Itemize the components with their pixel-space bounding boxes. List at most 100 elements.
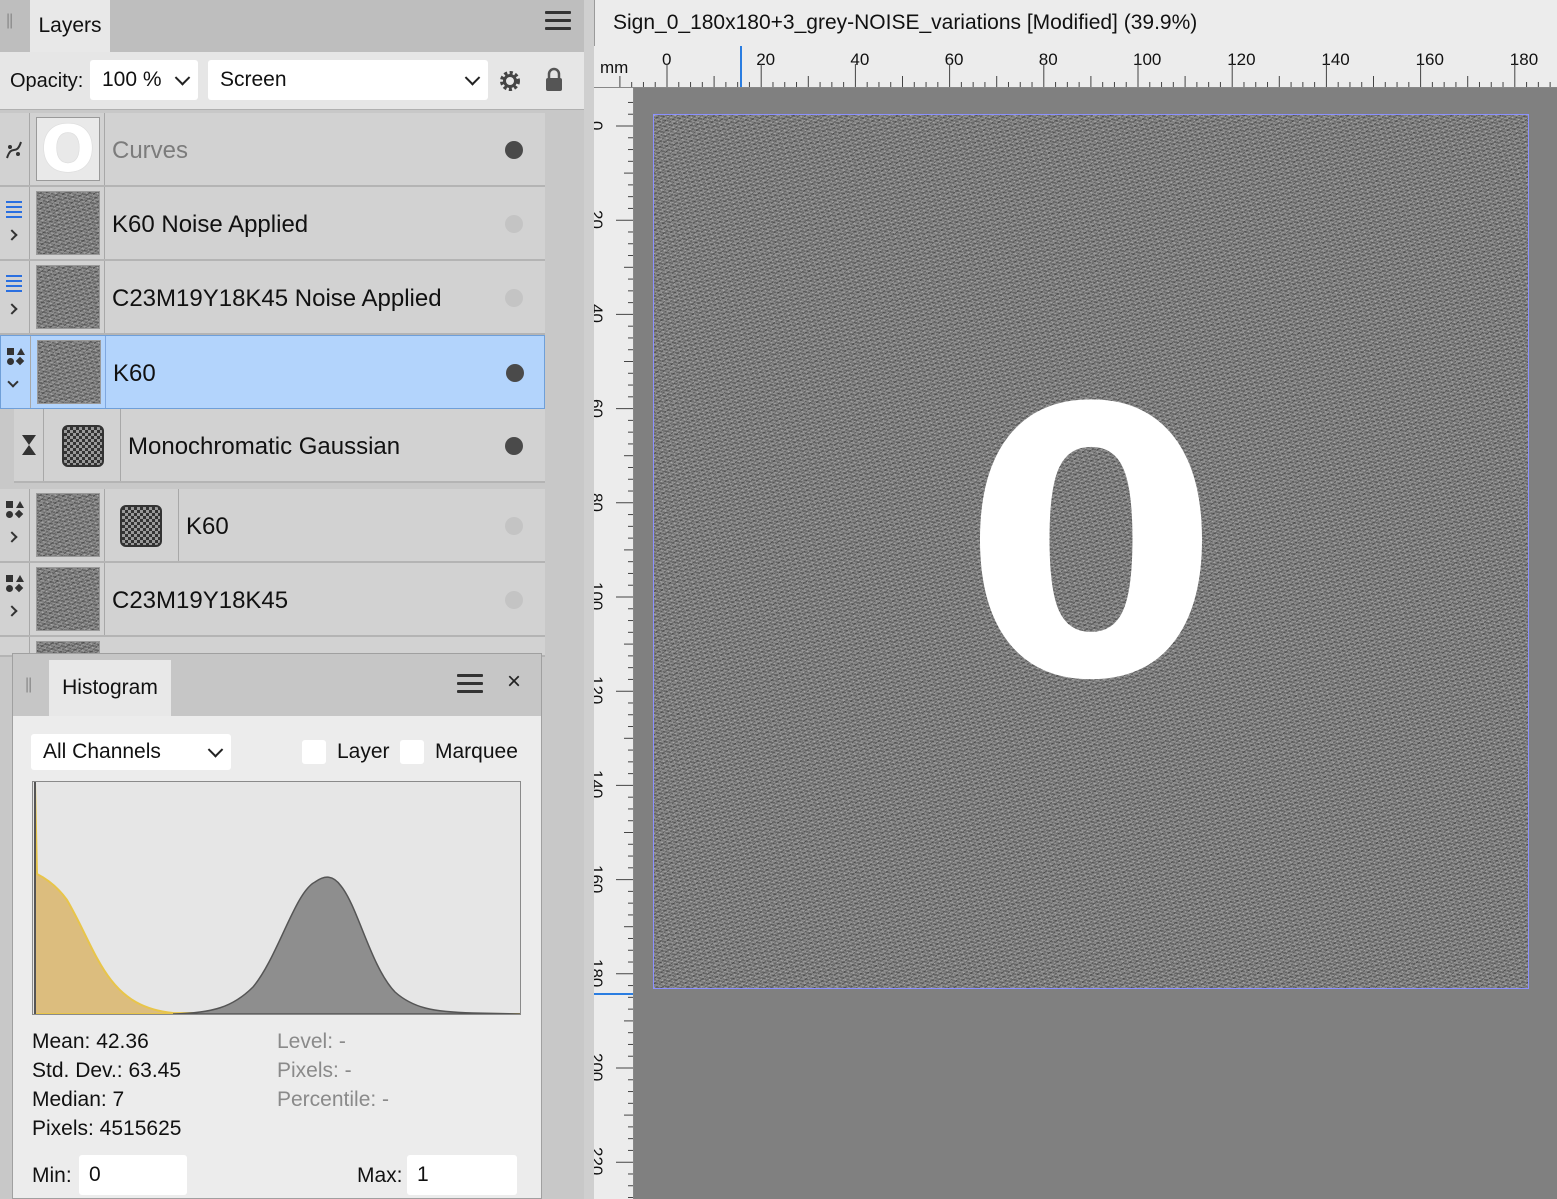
ruler-top-ticks xyxy=(619,46,1551,87)
layer-gutter xyxy=(0,489,30,561)
layer-row-k60-noise-applied[interactable]: K60 Noise Applied xyxy=(0,187,545,261)
channel-value: All Channels xyxy=(43,740,161,763)
marquee-checkbox-label: Marquee xyxy=(435,740,518,763)
visibility-toggle[interactable] xyxy=(505,591,523,609)
layer-thumbnail xyxy=(37,340,101,404)
histogram-graph xyxy=(32,781,521,1015)
level-stat: Level: - xyxy=(277,1030,346,1053)
curves-adjustment-icon xyxy=(6,141,22,159)
layer-name: C23M19Y18K45 Noise Applied xyxy=(112,285,442,312)
layer-thumbnail xyxy=(62,425,104,467)
layer-thumbnail: O xyxy=(36,117,100,182)
chevron-right-icon[interactable] xyxy=(6,531,18,543)
visibility-toggle[interactable] xyxy=(506,364,524,382)
chevron-down-icon xyxy=(464,70,481,86)
opacity-value: 100 % xyxy=(102,68,162,91)
min-input[interactable]: 0 xyxy=(79,1155,187,1195)
layer-row-c23m19y18k45-noise-applied[interactable]: C23M19Y18K45 Noise Applied xyxy=(0,261,545,335)
layer-thumbnail xyxy=(36,567,100,631)
layer-row-k60-masked[interactable]: K60 xyxy=(0,489,545,563)
live-filter-icon xyxy=(22,435,36,455)
histogram-curves xyxy=(34,782,521,1015)
opacity-dropdown[interactable]: 100 % xyxy=(90,60,198,100)
blend-mode-value: Screen xyxy=(220,68,287,91)
close-icon[interactable]: × xyxy=(507,668,521,696)
layer-gutter xyxy=(14,409,44,481)
max-input[interactable]: 1 xyxy=(407,1155,517,1195)
visibility-toggle[interactable] xyxy=(505,437,523,455)
layer-row-c23m19y18k45[interactable]: C23M19Y18K45 xyxy=(0,563,545,637)
layers-toolbar: Opacity: 100 % Screen xyxy=(0,52,584,110)
gear-icon[interactable] xyxy=(497,68,523,94)
layer-checkbox-label: Layer xyxy=(337,740,390,763)
layer-row-k60-selected[interactable]: K60 xyxy=(0,335,545,409)
document-title-tab[interactable]: Sign_0_180x180+3_grey-NOISE_variations [… xyxy=(594,0,1557,46)
lock-icon[interactable] xyxy=(543,66,565,94)
chevron-down-icon[interactable] xyxy=(7,376,19,388)
chevron-down-icon xyxy=(207,742,224,758)
layer-row-curves[interactable]: O Curves xyxy=(0,113,545,187)
histogram-tabbar: || Histogram × xyxy=(13,654,541,716)
layer-gutter xyxy=(1,336,31,408)
layer-name: Curves xyxy=(112,137,189,164)
pixels-stat: Pixels: 4515625 xyxy=(32,1117,182,1140)
layer-name: K60 xyxy=(113,360,156,387)
panel-divider[interactable] xyxy=(584,0,594,1199)
chevron-right-icon[interactable] xyxy=(6,605,18,617)
layer-thumbnail xyxy=(36,493,100,557)
visibility-toggle[interactable] xyxy=(505,215,523,233)
opacity-label: Opacity: xyxy=(10,70,84,92)
layer-row-monochromatic-gaussian[interactable]: Monochromatic Gaussian xyxy=(14,409,545,483)
histogram-panel: || Histogram × All Channels Layer Marque… xyxy=(12,653,542,1199)
tab-layers-label: Layers xyxy=(38,14,102,37)
chevron-right-icon[interactable] xyxy=(6,229,18,241)
panel-grip-icon[interactable]: || xyxy=(25,676,32,694)
visibility-toggle[interactable] xyxy=(505,517,523,535)
blend-mode-dropdown[interactable]: Screen xyxy=(208,60,488,100)
group-icon xyxy=(6,201,22,218)
panel-grip-icon[interactable]: || xyxy=(6,12,13,30)
chevron-right-icon[interactable] xyxy=(6,303,18,315)
group-icon xyxy=(6,275,22,292)
layer-name: C23M19Y18K45 xyxy=(112,587,289,614)
marquee-checkbox[interactable] xyxy=(400,740,424,764)
layer-gutter xyxy=(0,187,30,259)
document-title: Sign_0_180x180+3_grey-NOISE_variations [… xyxy=(613,11,1198,34)
percentile-stat: Percentile: - xyxy=(277,1088,390,1111)
min-value: 0 xyxy=(89,1163,101,1186)
visibility-toggle[interactable] xyxy=(505,141,523,159)
layer-gutter xyxy=(0,113,30,185)
pixels-hover-stat: Pixels: - xyxy=(277,1059,352,1082)
layers-tabbar: || Layers xyxy=(0,0,584,52)
layer-gutter xyxy=(0,563,30,635)
sign-glyph: 0 xyxy=(962,331,1220,762)
tab-histogram-label: Histogram xyxy=(62,676,158,699)
chevron-down-icon xyxy=(174,70,191,86)
layer-checkbox[interactable] xyxy=(302,740,326,764)
canvas-area[interactable]: 0 xyxy=(635,89,1557,1199)
mean-stat: Mean: 42.36 xyxy=(32,1030,149,1053)
histogram-menu-icon[interactable] xyxy=(457,674,483,694)
mask-thumbnail xyxy=(120,505,162,547)
max-value: 1 xyxy=(417,1163,429,1186)
layer-name: Monochromatic Gaussian xyxy=(128,433,401,460)
visibility-toggle[interactable] xyxy=(505,289,523,307)
grey-series xyxy=(172,876,521,1015)
layer-gutter xyxy=(0,261,30,333)
max-label: Max: xyxy=(357,1164,403,1187)
document-artboard[interactable]: 0 xyxy=(653,114,1529,989)
min-label: Min: xyxy=(32,1164,72,1187)
std-dev-stat: Std. Dev.: 63.45 xyxy=(32,1059,182,1082)
tab-histogram[interactable]: Histogram xyxy=(49,660,171,716)
channel-dropdown[interactable]: All Channels xyxy=(31,734,231,770)
horizontal-ruler[interactable]: mm 0 20 40 60 80 100 120 140 160 180 xyxy=(594,46,1557,88)
vertical-ruler[interactable]: 020406080100120140160180200220 xyxy=(594,88,634,1199)
layer-thumbnail xyxy=(36,265,100,329)
layer-thumbnail xyxy=(36,191,100,255)
ruler-left-ticks xyxy=(594,101,633,1199)
layers-menu-icon[interactable] xyxy=(545,11,571,31)
median-stat: Median: 7 xyxy=(32,1088,125,1111)
layer-name: K60 xyxy=(186,513,229,540)
layer-name: K60 Noise Applied xyxy=(112,211,309,238)
tab-layers[interactable]: Layers xyxy=(30,0,110,52)
